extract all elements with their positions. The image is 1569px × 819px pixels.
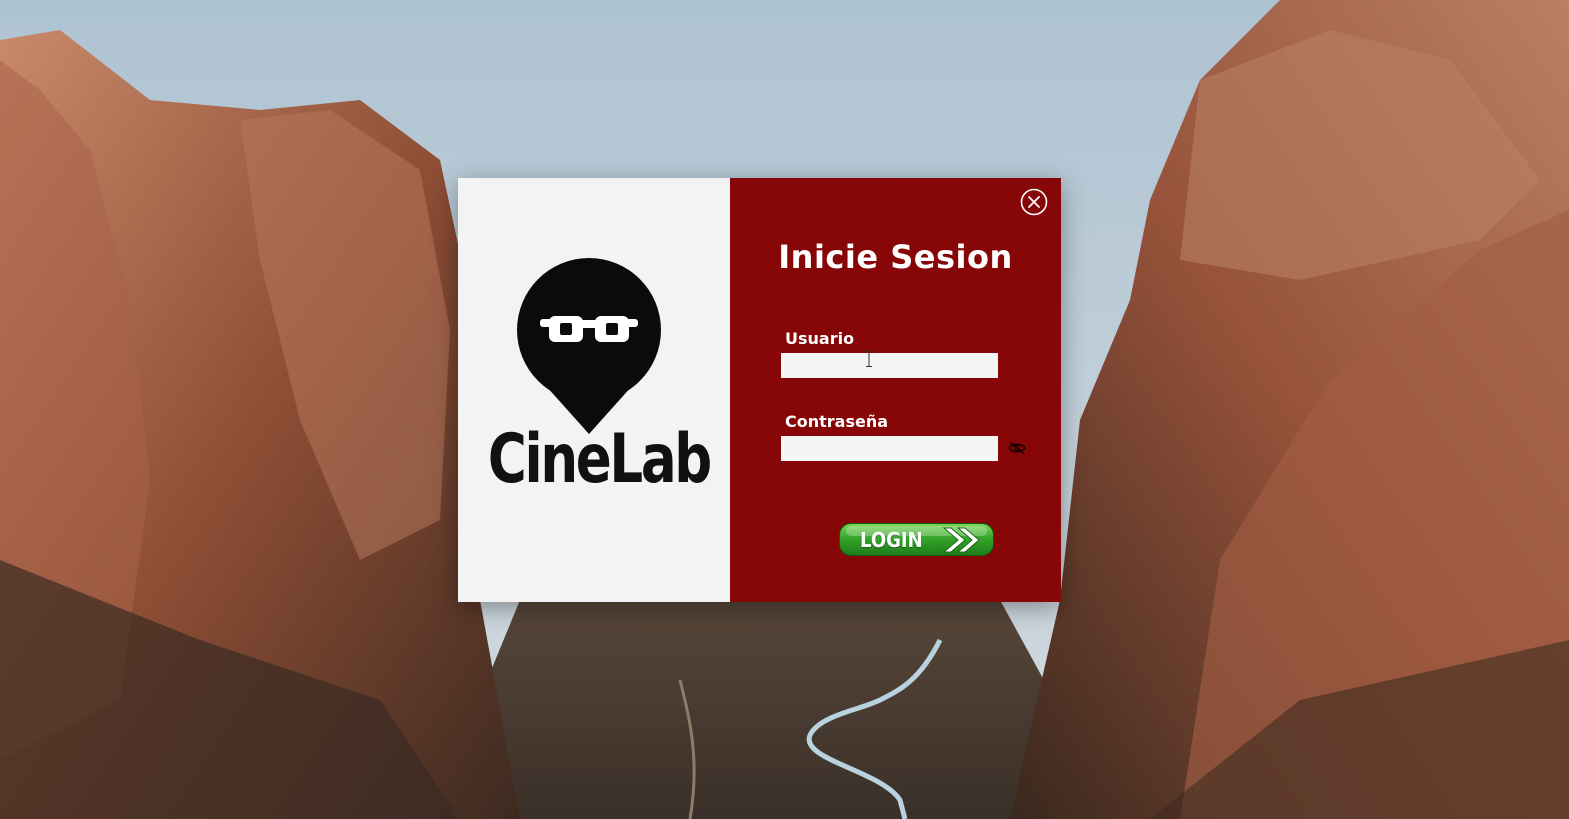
password-label: Contraseña — [785, 412, 889, 431]
login-form-panel: Inicie Sesion Usuario Contraseña LOGIN — [730, 178, 1061, 602]
password-input[interactable] — [781, 436, 998, 461]
login-button-label: LOGIN — [860, 528, 923, 552]
text-cursor-icon — [866, 351, 872, 367]
glasses-pin-logo-icon — [517, 258, 661, 434]
double-chevron-right-icon — [942, 527, 980, 553]
eye-hidden-icon[interactable] — [1008, 441, 1026, 455]
desktop-background: CineLab Inicie Sesion Usuario Contraseña… — [0, 0, 1569, 819]
form-title: Inicie Sesion — [778, 238, 1013, 276]
username-input[interactable] — [781, 353, 998, 378]
login-dialog: CineLab Inicie Sesion Usuario Contraseña… — [458, 178, 1061, 602]
brand-name: CineLab — [487, 420, 712, 499]
close-circle-icon[interactable] — [1020, 188, 1048, 216]
login-button[interactable]: LOGIN — [839, 523, 994, 556]
username-label: Usuario — [785, 329, 855, 348]
brand-panel: CineLab — [458, 178, 730, 602]
